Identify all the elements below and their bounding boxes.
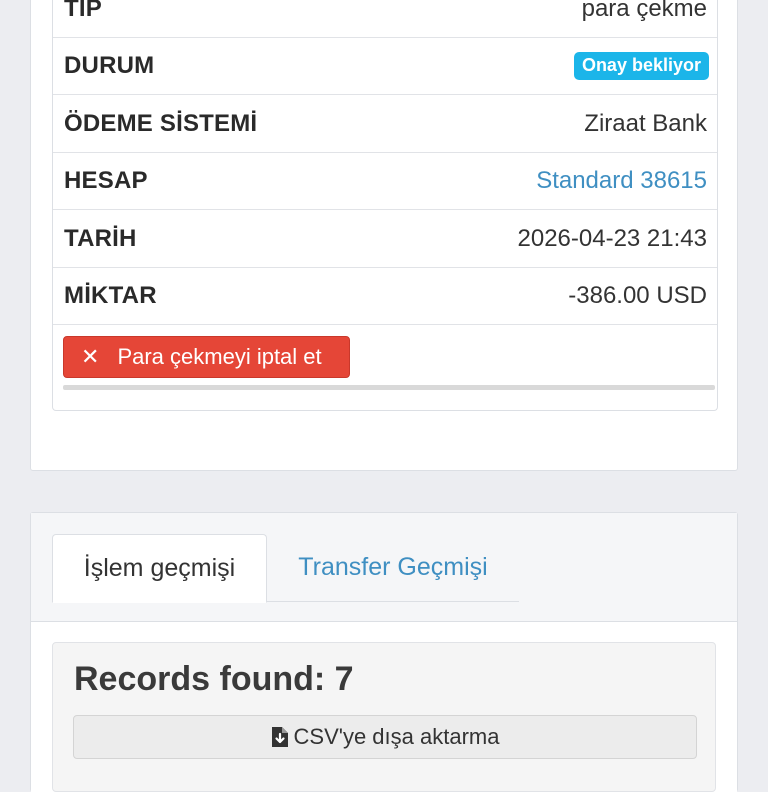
amount-label: MİKTAR [64,282,157,309]
export-csv-button[interactable]: CSV'ye dışa aktarma [73,715,697,759]
type-label: TIP [64,0,102,22]
row-amount: MİKTAR -386.00 USD [53,268,717,325]
file-download-icon [271,726,289,748]
date-label: TARİH [64,225,137,252]
payment-system-label: ÖDEME SİSTEMİ [64,110,258,137]
records-box: Records found: 7 CSV'ye dışa aktarma [52,642,716,792]
row-status: DURUM Onay bekliyor [53,38,717,95]
details-table: TIP para çekme DURUM Onay bekliyor ÖDEME… [52,0,718,411]
records-count: Records found: 7 [74,660,354,698]
horizontal-scrollbar[interactable] [63,385,715,390]
row-account: HESAP Standard 38615 [53,153,717,210]
type-value: para çekme [581,0,707,22]
cancel-withdrawal-button[interactable]: ✕ Para çekmeyi iptal et [63,336,350,378]
cancel-withdrawal-label: Para çekmeyi iptal et [117,344,322,369]
account-label: HESAP [64,167,148,194]
transaction-details-panel: TIP para çekme DURUM Onay bekliyor ÖDEME… [30,0,738,471]
tab-content: Records found: 7 CSV'ye dışa aktarma [31,622,737,792]
date-value: 2026-04-23 21:43 [517,225,708,252]
tab-transfer-history[interactable]: Transfer Geçmişi [267,534,519,602]
row-type: TIP para çekme [53,0,717,38]
account-link[interactable]: Standard 38615 [536,167,707,195]
row-payment-system: ÖDEME SİSTEMİ Ziraat Bank [53,96,717,153]
row-date: TARİH 2026-04-23 21:43 [53,211,717,268]
amount-value: -386.00 USD [568,282,707,309]
status-badge: Onay bekliyor [573,52,709,80]
export-csv-label: CSV'ye dışa aktarma [293,724,500,749]
history-panel: İşlem geçmişi Transfer Geçmişi Records f… [30,512,738,792]
close-icon: ✕ [81,344,100,369]
history-tabs: İşlem geçmişi Transfer Geçmişi [31,513,737,622]
payment-system-value: Ziraat Bank [584,110,707,137]
tab-transaction-history[interactable]: İşlem geçmişi [52,534,267,603]
status-label: DURUM [64,52,155,79]
